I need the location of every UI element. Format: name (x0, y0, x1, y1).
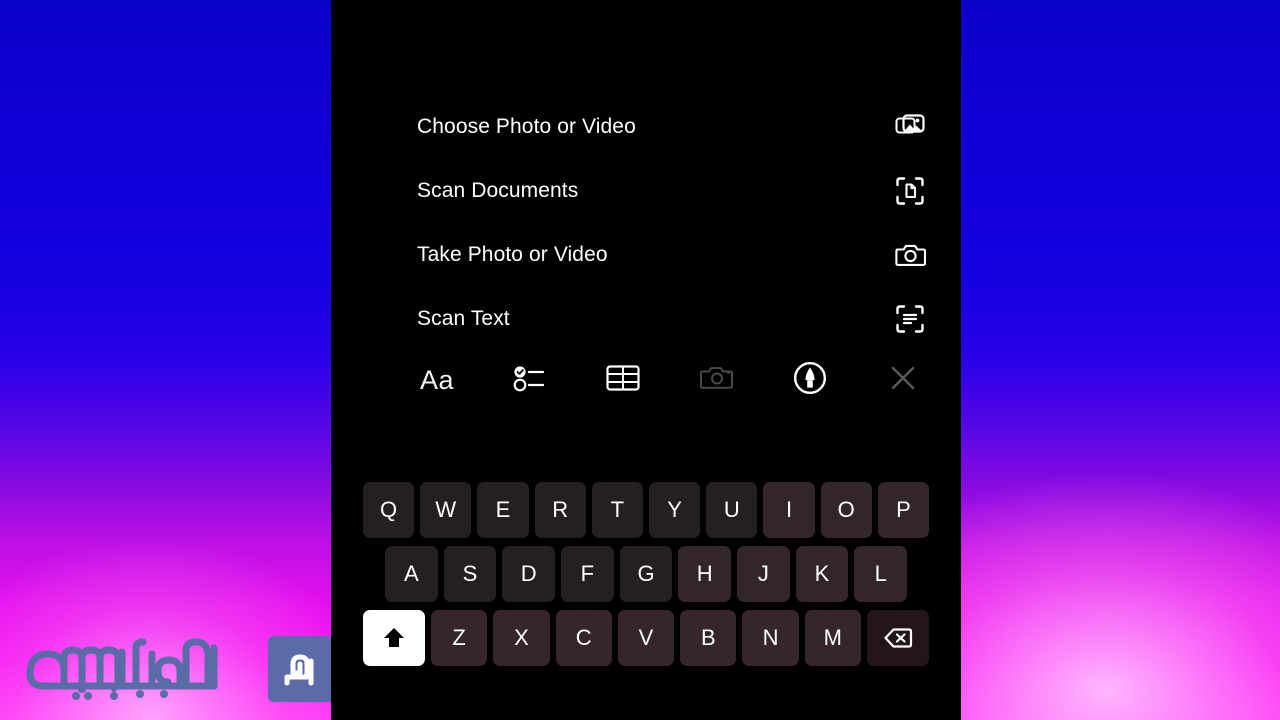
key-w[interactable]: W (420, 482, 472, 538)
toolbar-checklist-button[interactable] (502, 354, 558, 406)
watermark-badge (268, 636, 334, 702)
key-s[interactable]: S (443, 546, 497, 602)
toolbar-camera-button[interactable] (689, 354, 745, 406)
key-v[interactable]: V (617, 610, 675, 666)
key-g[interactable]: G (619, 546, 673, 602)
document-scan-icon (893, 174, 927, 208)
phone-screen: Choose Photo or Video Scan Documents Tak… (331, 0, 961, 720)
key-x[interactable]: X (493, 610, 550, 666)
checklist-icon (513, 364, 547, 397)
key-y[interactable]: Y (649, 482, 701, 538)
key-delete[interactable] (866, 610, 929, 666)
key-e[interactable]: E (477, 482, 529, 538)
text-scan-icon (893, 302, 927, 336)
key-z[interactable]: Z (431, 610, 488, 666)
key-a[interactable]: A (384, 546, 438, 602)
format-text-icon: Aa (419, 364, 455, 395)
key-o[interactable]: O (820, 482, 872, 538)
toolbar-markup-button[interactable] (782, 354, 838, 406)
backspace-icon (884, 628, 913, 648)
key-i[interactable]: I (763, 482, 815, 538)
watermark-arabic-text (18, 636, 268, 702)
key-k[interactable]: K (795, 546, 849, 602)
menu-item-choose-photo-or-video[interactable]: Choose Photo or Video (331, 95, 961, 159)
key-b[interactable]: B (680, 610, 737, 666)
keyboard-row-3: Z X C V B N M (331, 606, 961, 670)
table-icon (606, 364, 641, 397)
attachment-menu: Choose Photo or Video Scan Documents Tak… (331, 95, 961, 351)
key-n[interactable]: N (742, 610, 799, 666)
key-d[interactable]: D (502, 546, 555, 602)
watermark-logo (18, 636, 334, 702)
key-c[interactable]: C (555, 610, 612, 666)
keyboard-row-1: Q W E R T Y U I O P (331, 478, 961, 542)
key-u[interactable]: U (706, 482, 758, 538)
toolbar-close-button[interactable] (875, 354, 931, 406)
key-f[interactable]: F (561, 546, 614, 602)
toolbar-table-button[interactable] (595, 354, 651, 406)
key-p[interactable]: P (877, 482, 930, 538)
photo-library-icon (893, 110, 927, 144)
key-q[interactable]: Q (362, 482, 415, 538)
menu-item-label: Scan Text (417, 307, 510, 330)
menu-item-label: Scan Documents (417, 179, 579, 202)
markup-pen-icon (793, 361, 827, 400)
menu-item-scan-text[interactable]: Scan Text (331, 287, 961, 351)
key-h[interactable]: H (678, 546, 732, 602)
close-x-icon (889, 364, 917, 397)
key-t[interactable]: T (591, 482, 643, 538)
menu-item-scan-documents[interactable]: Scan Documents (331, 159, 961, 223)
menu-item-label: Take Photo or Video (417, 243, 608, 266)
toolbar-format-text-button[interactable]: Aa (409, 354, 465, 406)
shift-arrow-icon (384, 628, 405, 647)
camera-icon (893, 238, 927, 272)
key-m[interactable]: M (804, 610, 861, 666)
key-l[interactable]: L (854, 546, 908, 602)
onscreen-keyboard: Q W E R T Y U I O P A S D F G H J K L Z … (331, 478, 961, 720)
menu-item-label: Choose Photo or Video (417, 115, 636, 138)
key-j[interactable]: J (737, 546, 790, 602)
keyboard-row-2: A S D F G H J K L (331, 542, 961, 606)
bezel-notch-top (331, 0, 335, 26)
camera-outline-icon (699, 364, 734, 397)
key-shift[interactable] (363, 610, 426, 666)
note-format-toolbar: Aa (331, 352, 961, 408)
key-r[interactable]: R (534, 482, 586, 538)
menu-item-take-photo-or-video[interactable]: Take Photo or Video (331, 223, 961, 287)
